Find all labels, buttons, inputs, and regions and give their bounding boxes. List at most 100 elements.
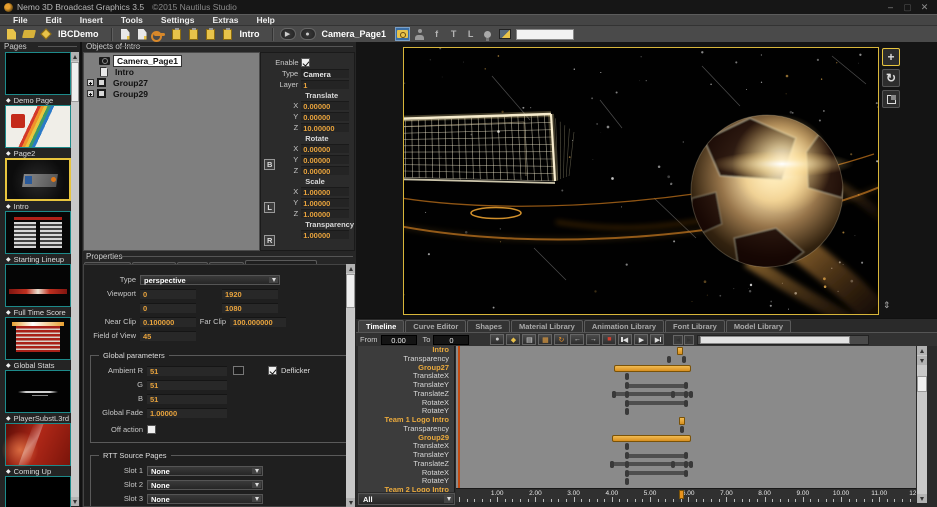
close-button[interactable]: ✕ — [916, 2, 933, 13]
track-row-7[interactable] — [456, 407, 916, 416]
add-key-button[interactable]: ◆ — [506, 334, 520, 345]
add-text-button[interactable]: T — [446, 27, 461, 41]
scroll-down-icon[interactable] — [71, 497, 79, 506]
scrollbar-thumb[interactable] — [917, 376, 927, 392]
track-row-12[interactable] — [456, 451, 916, 460]
track-row-9[interactable] — [456, 425, 916, 434]
ambient-b-field[interactable]: 51 — [147, 394, 227, 404]
anim-span[interactable] — [627, 401, 686, 405]
keyframe[interactable] — [689, 391, 693, 398]
go-end-button[interactable]: ▶ — [650, 334, 664, 345]
timeline-tab-shapes[interactable]: Shapes — [467, 320, 510, 332]
timeline-ruler[interactable]: 1.002.003.004.005.006.007.008.009.0010.0… — [456, 488, 916, 502]
keyframe[interactable] — [684, 391, 688, 398]
page-label-row[interactable]: ◆Global Stats — [2, 360, 72, 370]
anim-span[interactable] — [612, 462, 691, 466]
anim-bar[interactable] — [614, 365, 692, 372]
track-row-4[interactable] — [456, 381, 916, 390]
translate-x-field[interactable]: 0.00000 — [301, 101, 349, 110]
off-action-checkbox[interactable] — [147, 425, 156, 434]
slot-dropdown-1[interactable]: None — [147, 466, 263, 476]
paste-page-button[interactable] — [203, 27, 218, 41]
from-field[interactable]: 0.00 — [381, 335, 417, 345]
keyframe[interactable] — [680, 426, 684, 433]
timeline-track-canvas[interactable] — [456, 346, 916, 488]
duplicate-page-button[interactable] — [220, 27, 235, 41]
page-thumbnail-playersubstl3rd[interactable] — [5, 370, 71, 413]
slot-dropdown-2[interactable]: None — [147, 480, 263, 490]
timeline-tab-curve-editor[interactable]: Curve Editor — [405, 320, 466, 332]
viewport-width-field[interactable]: 1920 — [222, 289, 278, 299]
keyframe[interactable] — [625, 461, 629, 468]
maximize-button[interactable]: ▢ — [899, 2, 916, 13]
fov-field[interactable]: 45 — [140, 331, 196, 341]
keyframe[interactable] — [689, 461, 693, 468]
scale-y-field[interactable]: 1.00000 — [301, 198, 349, 207]
keyframe-selected[interactable] — [677, 347, 683, 355]
scroll-down-icon[interactable] — [917, 494, 927, 503]
add-camera-button[interactable] — [395, 27, 410, 41]
tree-item-group29[interactable]: Group29 — [84, 88, 259, 99]
keyframe[interactable] — [625, 470, 629, 477]
scale-x-field[interactable]: 1.00000 — [301, 187, 349, 196]
tree-item-intro[interactable]: Intro — [84, 66, 259, 77]
paste-keys-button[interactable]: ▦ — [538, 334, 552, 345]
expander-plus-icon[interactable] — [87, 90, 94, 97]
ambient-color-swatch[interactable] — [233, 366, 244, 375]
track-name-team-2-logo-intro[interactable]: Team 2 Logo Intro — [358, 486, 454, 492]
r-button[interactable]: R — [264, 235, 275, 246]
scale-z-field[interactable]: 1.00000 — [301, 209, 349, 218]
scroll-up-icon[interactable] — [346, 264, 355, 273]
add-font-button[interactable]: f — [429, 27, 444, 41]
keyframe[interactable] — [667, 356, 671, 363]
anim-span[interactable] — [627, 454, 686, 458]
rotate-tool[interactable]: ↻ — [882, 69, 900, 87]
layer-field[interactable]: 1 — [301, 80, 349, 89]
rotate-z-field[interactable]: 0.00000 — [301, 166, 349, 175]
page-thumbnail-coming-up[interactable] — [5, 423, 71, 466]
track-row-14[interactable] — [456, 469, 916, 478]
menu-item-file[interactable]: File — [4, 15, 37, 25]
viewport-height-field[interactable]: 1080 — [222, 303, 278, 313]
menu-item-help[interactable]: Help — [247, 15, 283, 25]
edit-page-button[interactable] — [135, 27, 150, 41]
keyframe[interactable] — [684, 470, 688, 477]
open-project-button[interactable] — [21, 27, 36, 41]
track-row-8[interactable] — [456, 416, 916, 425]
page-label-row[interactable]: ◆Full Time Score — [2, 307, 72, 317]
play-page-button[interactable]: ▶ — [280, 28, 296, 40]
scrollbar-thumb[interactable] — [700, 336, 850, 344]
keyframe[interactable] — [625, 400, 629, 407]
cycle-button[interactable]: ↻ — [554, 334, 568, 345]
timeline-tab-timeline[interactable]: Timeline — [358, 320, 404, 332]
page-label-row[interactable]: ◆Demo Page — [2, 95, 72, 105]
add-group-button[interactable] — [412, 27, 427, 41]
cut-page-button[interactable] — [169, 27, 184, 41]
save-project-button[interactable] — [38, 27, 53, 41]
viewport-x-field[interactable]: 0 — [140, 289, 196, 299]
play-button[interactable]: ▶ — [634, 334, 648, 345]
keyframe[interactable] — [684, 452, 688, 459]
camera-type-dropdown[interactable]: perspective — [140, 275, 280, 285]
keyframe[interactable] — [671, 461, 675, 468]
add-label-button[interactable]: L — [463, 27, 478, 41]
track-row-5[interactable] — [456, 390, 916, 399]
enable-checkbox[interactable] — [301, 58, 310, 67]
keyframe[interactable] — [625, 391, 629, 398]
track-row-15[interactable] — [456, 477, 916, 486]
keyframe[interactable] — [625, 443, 629, 450]
tree-item-camera_page1[interactable]: Camera_Page1 — [84, 55, 259, 66]
scroll-left-icon[interactable] — [673, 335, 683, 345]
track-row-6[interactable] — [456, 399, 916, 408]
keyframe[interactable] — [671, 391, 675, 398]
scrollbar-thumb[interactable] — [346, 274, 355, 308]
timeline-tab-material-library[interactable]: Material Library — [511, 320, 583, 332]
track-row-10[interactable] — [456, 434, 916, 443]
l-button[interactable]: L — [264, 202, 275, 213]
page-thumbnail-intro[interactable] — [5, 158, 71, 201]
page-thumbnail-demo-page[interactable] — [5, 52, 71, 95]
track-row-3[interactable] — [456, 372, 916, 381]
track-filter-dropdown[interactable]: All — [358, 493, 455, 505]
keyframe[interactable] — [612, 391, 616, 398]
properties-scrollbar[interactable] — [346, 264, 355, 507]
